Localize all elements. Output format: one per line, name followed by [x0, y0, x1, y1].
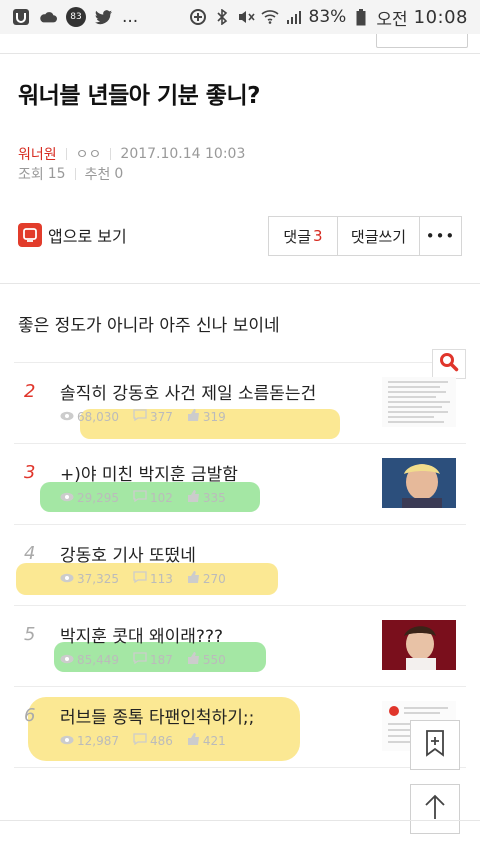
wifi-icon: [261, 8, 279, 26]
author-link[interactable]: 워너원: [18, 144, 57, 164]
view-count: 12,987: [77, 733, 119, 748]
post-title: +)야 미친 박지훈 금발함: [60, 465, 238, 485]
list-item[interactable]: 3 +)야 미친 박지훈 금발함 29,295 102 335: [14, 444, 466, 525]
meta-divider: [110, 148, 112, 160]
eye-icon: [60, 491, 74, 505]
thumbs-up-icon: [187, 571, 200, 586]
post-thumbnail: [382, 377, 456, 427]
scroll-top-button[interactable]: [410, 784, 460, 834]
post-title: 강동호 기사 또떴네: [60, 546, 196, 566]
view-count: 37,325: [77, 571, 119, 586]
article-body: 좋은 정도가 아니라 아주 신나 보이네: [18, 316, 280, 336]
like-count: 270: [202, 571, 226, 586]
post-title: 박지훈 콧대 왜이래???: [60, 627, 223, 647]
twitter-icon: [95, 8, 113, 26]
u-app-icon: [12, 8, 30, 26]
bluetooth-icon: [213, 8, 231, 26]
comment-button-group: 댓글 3 댓글쓰기 •••: [268, 216, 462, 256]
thumbs-up-icon: [187, 490, 200, 505]
app-logo-icon: [18, 223, 42, 247]
post-thumbnail: [382, 458, 456, 508]
meta-divider: [65, 148, 67, 160]
like-count: 421: [202, 733, 226, 748]
like-count: 319: [202, 409, 226, 424]
likes-label: 추천: [84, 167, 111, 183]
view-count: 29,295: [77, 490, 119, 505]
article-title: 워너블 년들아 기분 좋니?: [18, 83, 260, 109]
post-stats: 85,449 187 550: [60, 652, 226, 667]
comment-count: 113: [150, 571, 173, 586]
view-count: 68,030: [77, 409, 119, 424]
eye-icon: [60, 653, 74, 667]
list-item[interactable]: 5 박지훈 콧대 왜이래??? 85,449 187 550: [14, 606, 466, 687]
comment-icon: [133, 652, 147, 667]
like-count: 550: [202, 652, 226, 667]
partial-button[interactable]: [376, 34, 468, 48]
more-notifications: ...: [122, 7, 139, 27]
cloud-icon: [39, 8, 57, 26]
comments-count: 3: [313, 227, 323, 245]
comment-count: 102: [150, 490, 173, 505]
ampm: 오전: [376, 9, 408, 30]
view-count: 85,449: [77, 652, 119, 667]
rank-number: 2: [24, 381, 36, 402]
thumbs-up-icon: [187, 652, 200, 667]
meta-divider: [74, 168, 76, 180]
open-in-app-label: 앱으로 보기: [48, 227, 127, 246]
signal-icon: [285, 8, 303, 26]
like-count: 335: [202, 490, 226, 505]
rank-number: 3: [24, 462, 36, 483]
comment-icon: [133, 490, 147, 505]
article-meta-stats: 조회 15 추천 0: [18, 164, 123, 184]
post-stats: 68,030 377 319: [60, 409, 226, 424]
comment-icon: [133, 409, 147, 424]
section-divider: [0, 283, 480, 284]
article-meta-author: 워너원 ㅇㅇ 2017.10.14 10:03: [18, 144, 245, 164]
list-item[interactable]: 2 솔직히 강동호 사건 제일 소름돋는건 68,030 377 319: [14, 363, 466, 444]
post-title: 솔직히 강동호 사건 제일 소름돋는건: [60, 384, 317, 404]
battery-percent: 83%: [308, 7, 347, 27]
bookmark-button[interactable]: [410, 720, 460, 770]
comment-count: 377: [150, 409, 173, 424]
comment-count: 486: [150, 733, 173, 748]
top-nav-partial: [0, 34, 480, 54]
post-datetime: 2017.10.14 10:03: [120, 146, 246, 162]
author-subname: ㅇㅇ: [75, 147, 102, 163]
bottom-divider: [0, 820, 480, 821]
post-title: 러브들 종톡 타팬인척하기;;: [60, 708, 255, 728]
list-item[interactable]: 4 강동호 기사 또떴네 37,325 113 270: [14, 525, 466, 606]
battery-icon: [352, 8, 370, 26]
rank-number: 4: [24, 543, 36, 564]
comment-count: 187: [150, 652, 173, 667]
views-count: 15: [47, 166, 66, 182]
post-thumbnail: [382, 620, 456, 670]
write-comment-button[interactable]: 댓글쓰기: [337, 217, 419, 255]
comment-icon: [133, 733, 147, 748]
notification-badge: 83: [66, 7, 86, 27]
likes-count: 0: [114, 166, 124, 182]
post-stats: 12,987 486 421: [60, 733, 226, 748]
eye-icon: [60, 410, 74, 424]
eye-icon: [60, 572, 74, 586]
comments-button[interactable]: 댓글 3: [269, 217, 337, 255]
list-item[interactable]: 6 러브들 종톡 타팬인척하기;; 12,987 486 421: [14, 687, 466, 768]
bookmark-add-icon: [424, 729, 446, 761]
rank-number: 5: [24, 624, 36, 645]
clock: 10:08: [413, 6, 468, 28]
comment-icon: [133, 571, 147, 586]
status-bar: 83 ... 83% 오전 10:08: [0, 0, 480, 34]
post-stats: 37,325 113 270: [60, 571, 226, 586]
thumbs-up-icon: [187, 733, 200, 748]
more-options-button[interactable]: •••: [419, 217, 461, 255]
embedded-ranking-list: 2 솔직히 강동호 사건 제일 소름돋는건 68,030 377 319 3 +…: [14, 349, 466, 768]
comments-label: 댓글: [283, 227, 312, 246]
post-stats: 29,295 102 335: [60, 490, 226, 505]
thumbs-up-icon: [187, 409, 200, 424]
mute-icon: [237, 8, 255, 26]
views-label: 조회: [18, 167, 44, 183]
open-in-app-link[interactable]: 앱으로 보기: [18, 223, 127, 247]
eye-icon: [60, 734, 74, 748]
rank-number: 6: [24, 705, 36, 726]
data-saver-icon: [189, 8, 207, 26]
